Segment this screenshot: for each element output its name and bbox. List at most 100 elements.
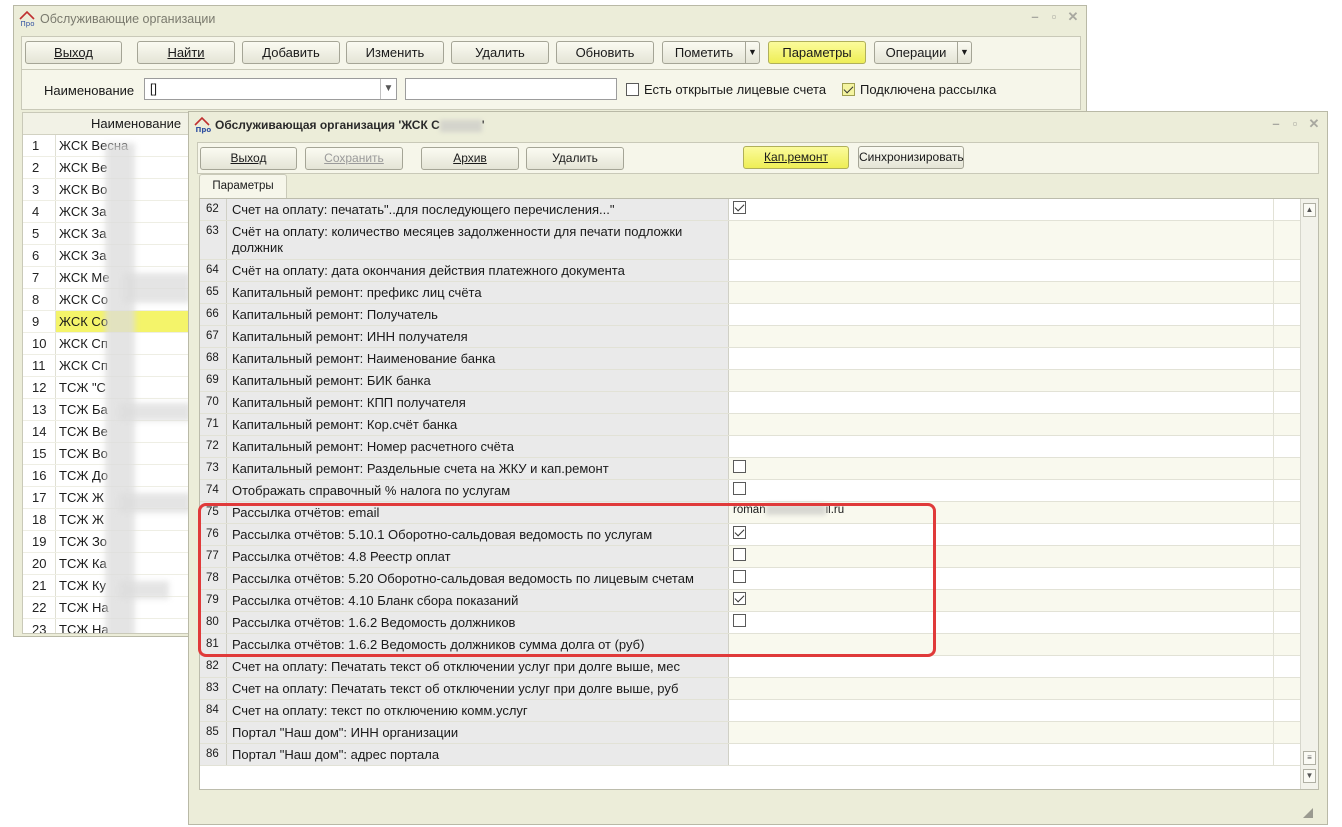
parameters-button[interactable]: Параметры [768,41,866,64]
parameter-value-checkbox-cell[interactable] [729,199,1274,220]
delete-button[interactable]: Удалить [526,147,624,170]
close-icon[interactable]: ✕ [1307,117,1321,131]
list-item-number: 18 [23,509,56,530]
parameter-value-field[interactable] [729,221,1274,259]
parameter-value-field[interactable] [729,744,1274,765]
scroll-down-icon[interactable]: ▼ [1303,769,1316,783]
parameter-value-field[interactable] [729,304,1274,325]
table-row[interactable]: 68 Капитальный ремонт: Наименование банка [200,348,1300,370]
open-accounts-checkbox-item[interactable]: Есть открытые лицевые счета [626,82,826,97]
scroll-thumb[interactable]: ≡ [1303,751,1316,765]
table-row[interactable]: 83 Счет на оплату: Печатать текст об откл… [200,678,1300,700]
table-row[interactable]: 64 Счёт на оплату: дата окончания действи… [200,260,1300,282]
name-filter-text-input[interactable] [405,78,617,100]
delete-button[interactable]: Удалить [451,41,549,64]
table-row[interactable]: 82 Счет на оплату: Печатать текст об откл… [200,656,1300,678]
parameter-value-field[interactable] [729,722,1274,743]
table-row[interactable]: 81 Рассылка отчётов: 1.6.2 Ведомость долж… [200,634,1300,656]
table-row[interactable]: 86 Портал "Наш дом": адрес портала [200,744,1300,766]
parameter-value-field[interactable] [729,282,1274,303]
parameter-value-field[interactable] [729,370,1274,391]
mailing-checkbox-item[interactable]: Подключена рассылка [842,82,996,97]
parameter-value-field[interactable] [729,634,1274,655]
scroll-up-icon[interactable]: ▲ [1303,203,1316,217]
add-button[interactable]: Добавить [242,41,340,64]
parameter-value-field[interactable] [729,414,1274,435]
parameter-value-checkbox-cell[interactable] [729,568,1274,589]
table-row[interactable]: 70 Капитальный ремонт: КПП получателя [200,392,1300,414]
parameter-checkbox[interactable] [733,201,746,214]
table-row[interactable]: 75 Рассылка отчётов: email roman il.ru [200,502,1300,524]
extra-column-cell [1274,590,1300,611]
cap-repair-button[interactable]: Кап.ремонт [743,146,849,169]
parameter-value-field[interactable] [729,348,1274,369]
table-row[interactable]: 80 Рассылка отчётов: 1.6.2 Ведомость долж… [200,612,1300,634]
parameter-value-checkbox-cell[interactable] [729,590,1274,611]
parameter-value-checkbox-cell[interactable] [729,546,1274,567]
parameter-checkbox[interactable] [733,548,746,561]
parameter-checkbox[interactable] [733,460,746,473]
minimize-icon[interactable]: – [1269,117,1283,131]
parameter-value-field[interactable] [729,678,1274,699]
tab-parameters[interactable]: Параметры [199,174,287,198]
operations-button[interactable]: Операции ▼ [874,41,972,64]
find-button[interactable]: Найти [137,41,235,64]
refresh-button[interactable]: Обновить [556,41,654,64]
parameter-value-field[interactable] [729,260,1274,281]
table-row[interactable]: 79 Рассылка отчётов: 4.10 Бланк сбора пок… [200,590,1300,612]
save-button[interactable]: Сохранить [305,147,403,170]
mark-dropdown-icon[interactable]: ▼ [745,42,759,63]
parameter-value-field[interactable] [729,656,1274,677]
parameter-checkbox[interactable] [733,526,746,539]
chevron-down-icon[interactable]: ▼ [380,79,396,99]
organizations-window-titlebar[interactable]: Про Обслуживающие организации – ▫ ✕ [14,6,1086,32]
open-accounts-checkbox[interactable] [626,83,639,97]
parameter-value-field[interactable]: roman il.ru [729,502,1274,523]
table-row[interactable]: 62 Счет на оплату: печатать"..для последу… [200,199,1300,221]
parameter-value-checkbox-cell[interactable] [729,480,1274,501]
close-icon[interactable]: ✕ [1066,10,1080,24]
minimize-icon[interactable]: – [1028,10,1042,24]
parameter-checkbox[interactable] [733,570,746,583]
table-row[interactable]: 73 Капитальный ремонт: Раздельные счета н… [200,458,1300,480]
table-row[interactable]: 71 Капитальный ремонт: Кор.счёт банка [200,414,1300,436]
parameter-value-field[interactable] [729,436,1274,457]
exit-button[interactable]: Выход [200,147,297,170]
list-header-name[interactable]: Наименование [23,113,191,135]
mailing-checkbox[interactable] [842,83,855,97]
table-row[interactable]: 76 Рассылка отчётов: 5.10.1 Оборотно-саль… [200,524,1300,546]
sync-button[interactable]: Синхронизировать [858,146,964,169]
mark-button[interactable]: Пометить ▼ [662,41,760,64]
maximize-icon[interactable]: ▫ [1047,10,1061,24]
vertical-scrollbar[interactable]: ▲ ≡ ▼ [1300,199,1318,789]
table-row[interactable]: 63 Счёт на оплату: количество месяцев зад… [200,221,1300,260]
exit-button[interactable]: Выход [25,41,122,64]
table-row[interactable]: 66 Капитальный ремонт: Получатель [200,304,1300,326]
parameter-value-field[interactable] [729,326,1274,347]
parameter-checkbox[interactable] [733,614,746,627]
maximize-icon[interactable]: ▫ [1288,117,1302,131]
resize-grip-icon[interactable] [1303,808,1313,818]
list-item-name: ЖСК Со [59,292,109,307]
table-row[interactable]: 69 Капитальный ремонт: БИК банка [200,370,1300,392]
table-row[interactable]: 84 Счет на оплату: текст по отключению ко… [200,700,1300,722]
parameter-value-checkbox-cell[interactable] [729,458,1274,479]
table-row[interactable]: 78 Рассылка отчётов: 5.20 Оборотно-сальдо… [200,568,1300,590]
edit-button[interactable]: Изменить [346,41,444,64]
table-row[interactable]: 72 Капитальный ремонт: Номер расчетного с… [200,436,1300,458]
parameter-value-checkbox-cell[interactable] [729,524,1274,545]
table-row[interactable]: 67 Капитальный ремонт: ИНН получателя [200,326,1300,348]
table-row[interactable]: 77 Рассылка отчётов: 4.8 Реестр оплат [200,546,1300,568]
name-filter-combo[interactable]: [] ▼ [144,78,397,100]
table-row[interactable]: 74 Отображать справочный % налога по услу… [200,480,1300,502]
table-row[interactable]: 85 Портал "Наш дом": ИНН организации [200,722,1300,744]
parameter-value-checkbox-cell[interactable] [729,612,1274,633]
parameter-value-field[interactable] [729,700,1274,721]
table-row[interactable]: 65 Капитальный ремонт: префикс лиц счёта [200,282,1300,304]
archive-button[interactable]: Архив [421,147,519,170]
organization-window-titlebar[interactable]: Про Обслуживающая организация 'ЖСК С ' – … [189,112,1327,138]
parameter-checkbox[interactable] [733,592,746,605]
parameter-checkbox[interactable] [733,482,746,495]
parameter-value-field[interactable] [729,392,1274,413]
operations-dropdown-icon[interactable]: ▼ [957,42,971,63]
